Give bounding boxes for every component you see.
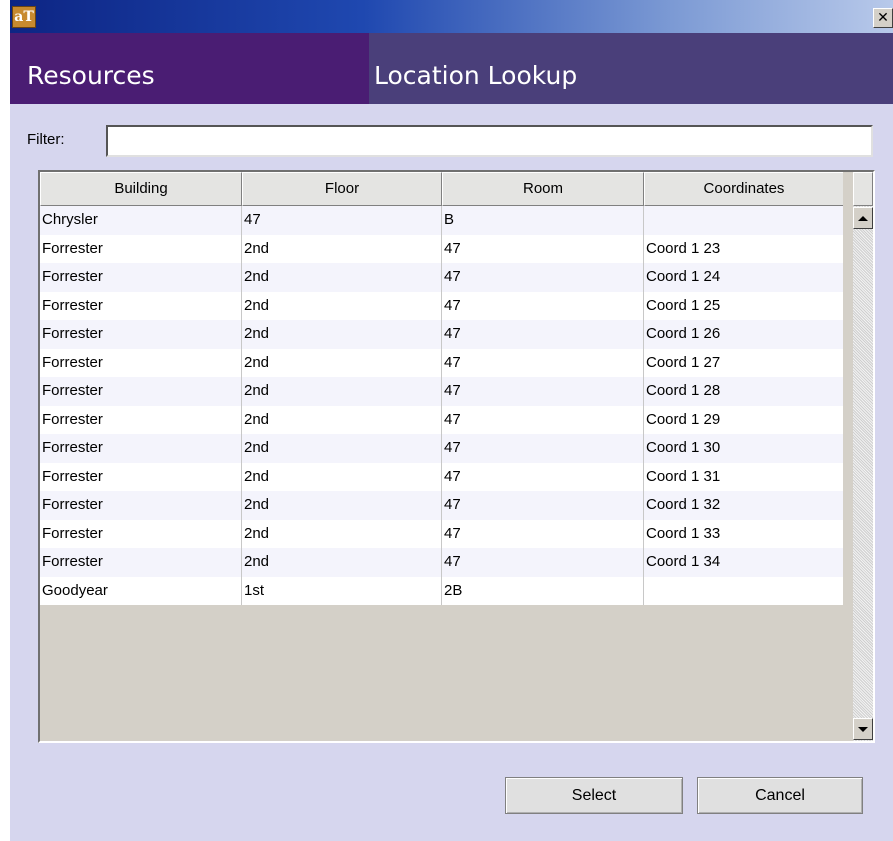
table-row[interactable]: Forrester 2nd 47 Coord 1 33 [40,519,843,548]
cell-building: Forrester [40,434,242,463]
location-table: Building Floor Room Coordinates Chrysler… [38,170,875,743]
table-row[interactable]: Forrester 2nd 47 Coord 1 28 [40,377,843,406]
vertical-scrollbar[interactable] [853,206,873,741]
cell-coordinates [644,577,843,606]
cell-room: 47 [442,377,644,406]
table-row[interactable]: Forrester 2nd 47 Coord 1 23 [40,234,843,263]
table-row[interactable]: Forrester 2nd 47 Coord 1 25 [40,291,843,320]
cell-building: Forrester [40,263,242,292]
cell-room: 47 [442,462,644,491]
cell-room: 47 [442,434,644,463]
cell-coordinates: Coord 1 29 [646,410,721,428]
cell-building: Chrysler [40,206,242,235]
location-lookup-window: aT ✕ Resources Location Lookup Filter: B… [10,0,893,841]
cell-building: Forrester [40,348,242,377]
cell-room: B [442,206,644,235]
cell-floor: 2nd [242,491,442,520]
cell-room: 47 [442,491,644,520]
column-header-coordinates[interactable]: Coordinates [644,172,843,206]
dialog-header: Resources Location Lookup [10,33,893,104]
cell-floor: 2nd [242,462,442,491]
table-row[interactable]: Chrysler 47 B [40,206,843,235]
cell-floor: 2nd [242,263,442,292]
cell-coordinates [644,206,843,235]
cell-floor: 47 [242,206,442,235]
cell-building: Forrester [40,462,242,491]
cell-coordinates: Coord 1 26 [646,325,721,342]
cell-room: 47 [442,320,644,349]
table-row[interactable]: Forrester 2nd 47 Coord 1 26 [40,320,843,349]
column-header-floor[interactable]: Floor [242,172,442,206]
cell-coordinates: Coord 1 31 [646,467,721,485]
cell-floor: 2nd [242,405,442,434]
table-row[interactable]: Forrester 2nd 47 Coord 1 24 [40,263,843,292]
cell-coordinates: Coord 1 30 [646,439,721,456]
cell-room: 47 [442,348,644,377]
cell-floor: 2nd [242,348,442,377]
cell-building: Forrester [40,320,242,349]
table-row[interactable]: Forrester 2nd 47 Coord 1 30 [40,434,843,463]
table-row[interactable]: Forrester 2nd 47 Coord 1 32 [40,491,843,520]
cell-coordinates: Coord 1 27 [646,353,721,371]
section-title: Resources [27,61,155,90]
filter-input[interactable] [106,125,873,157]
cell-building: Forrester [40,519,242,548]
cell-coordinates: Coord 1 23 [646,239,721,257]
cell-coordinates: Coord 1 33 [646,524,721,542]
cell-building: Forrester [40,291,242,320]
cell-floor: 2nd [242,548,442,577]
title-bar[interactable]: aT ✕ [10,0,893,33]
cell-building: Forrester [40,405,242,434]
cell-floor: 1st [242,576,442,605]
header-corner [853,172,873,206]
cell-room: 47 [442,519,644,548]
cell-floor: 2nd [242,519,442,548]
cancel-button[interactable]: Cancel [697,777,863,814]
cell-room: 47 [442,234,644,263]
cell-building: Forrester [40,377,242,406]
cell-coordinates: Coord 1 24 [646,268,721,285]
cell-coordinates: Coord 1 32 [646,496,721,513]
cell-room: 47 [442,291,644,320]
dialog-title: Location Lookup [374,61,578,90]
table-header: Building Floor Room Coordinates [40,172,843,206]
cell-room: 47 [442,548,644,577]
cell-floor: 2nd [242,320,442,349]
cell-building: Forrester [40,234,242,263]
column-header-building[interactable]: Building [40,172,242,206]
table-row[interactable]: Goodyear 1st 2B [40,576,843,606]
cell-building: Goodyear [40,576,242,605]
table-body: Chrysler 47 B Forrester 2nd 47 Coord 1 23 Forre… [40,206,843,605]
table-row[interactable]: Forrester 2nd 47 Coord 1 34 [40,548,843,577]
cell-floor: 2nd [242,377,442,406]
arrow-up-icon [858,215,868,221]
arrow-down-icon [858,726,868,732]
cell-room: 47 [442,263,644,292]
cell-coordinates: Coord 1 25 [646,296,721,314]
table-row[interactable]: Forrester 2nd 47 Coord 1 29 [40,405,843,434]
cell-room: 47 [442,405,644,434]
filter-label: Filter: [27,131,65,148]
cell-building: Forrester [40,548,242,577]
scroll-up-button[interactable] [853,207,873,229]
select-button[interactable]: Select [505,777,683,814]
scroll-down-button[interactable] [853,718,873,740]
table-row[interactable]: Forrester 2nd 47 Coord 1 27 [40,348,843,377]
cell-floor: 2nd [242,434,442,463]
cell-building: Forrester [40,491,242,520]
close-button[interactable]: ✕ [873,8,893,28]
cell-coordinates: Coord 1 34 [646,553,721,570]
app-logo-icon: aT [12,6,36,28]
column-header-room[interactable]: Room [442,172,644,206]
cell-floor: 2nd [242,291,442,320]
cell-room: 2B [442,576,644,605]
table-row[interactable]: Forrester 2nd 47 Coord 1 31 [40,462,843,491]
cell-floor: 2nd [242,234,442,263]
cell-coordinates: Coord 1 28 [646,382,721,399]
